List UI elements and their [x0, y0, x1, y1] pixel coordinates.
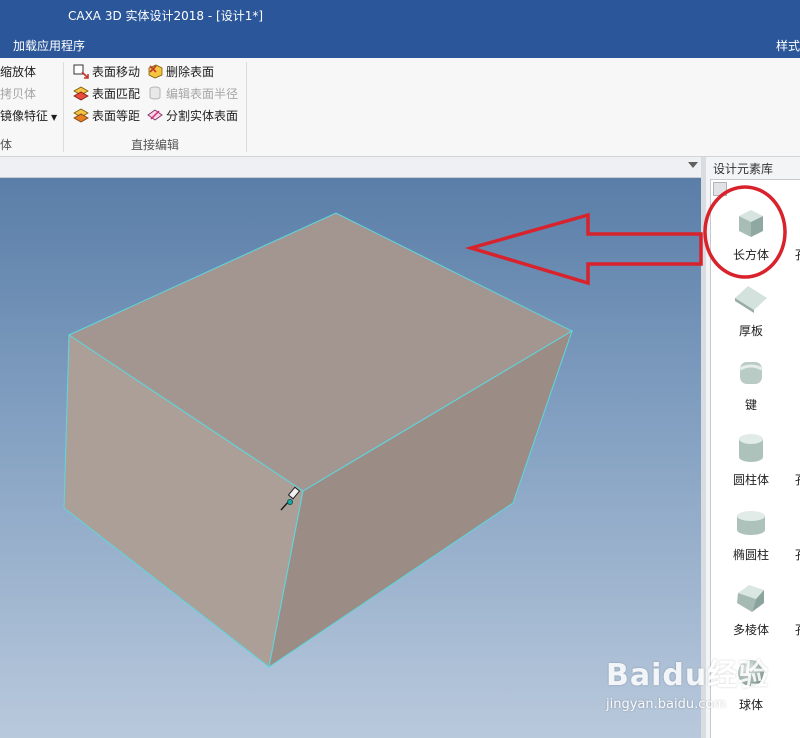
library-item-side-label: 孔: [795, 546, 800, 563]
copy-body-label: 拷贝体: [0, 87, 37, 101]
face-match-icon: [73, 86, 89, 101]
library-item-key[interactable]: 键: [711, 354, 791, 424]
split-solid-face-button[interactable]: 分割实体表面: [147, 106, 238, 126]
face-offset-icon: [73, 108, 89, 123]
delete-face-label: 删除表面: [166, 65, 215, 79]
group-separator: [63, 62, 64, 152]
library-item-elliptic-cylinder[interactable]: 椭圆柱 孔: [711, 504, 800, 574]
face-move-icon: [73, 64, 89, 79]
cuboid-icon: [739, 210, 763, 237]
library-item-side-label: 孔: [795, 621, 800, 638]
title-bar: CAXA 3D 实体设计2018 - [设计1*]: [0, 0, 800, 31]
library-item-cuboid[interactable]: 长方体 孔: [711, 204, 800, 274]
thick-plate-icon: [735, 286, 767, 313]
face-match-label: 表面匹配: [92, 87, 141, 101]
library-item-cylinder[interactable]: 圆柱体 孔: [711, 429, 800, 499]
scale-body-button[interactable]: 缩放体: [0, 62, 36, 82]
ribbon: 缩放体 拷贝体 镜像特征 ▼ 体 表面移动 表面匹配 表面等距 删除表面 编辑表面…: [0, 58, 800, 157]
library-item-polyhedron[interactable]: 多棱体 孔: [711, 579, 800, 649]
library-item-label: 厚板: [738, 324, 763, 338]
face-offset-button[interactable]: 表面等距: [73, 106, 140, 126]
library-item-label: 圆柱体: [732, 473, 769, 487]
polyhedron-icon: [737, 585, 764, 612]
dropdown-arrow-icon[interactable]: [688, 162, 698, 168]
solid-model[interactable]: [0, 178, 701, 738]
watermark-url: jingyan.baidu.com: [606, 697, 726, 712]
face-offset-label: 表面等距: [92, 109, 141, 123]
mirror-feature-button[interactable]: 镜像特征 ▼: [0, 106, 57, 126]
scale-body-label: 缩放体: [0, 65, 37, 79]
delete-face-button[interactable]: 删除表面: [147, 62, 214, 82]
ribbon-tab-bar: 加载应用程序 样式: [0, 31, 800, 58]
tab-load-application[interactable]: 加载应用程序: [13, 37, 85, 54]
library-item-label: 键: [744, 398, 757, 412]
direct-edit-group-label: 直接编辑: [131, 138, 180, 152]
cylinder-icon: [739, 434, 763, 462]
split-solid-face-label: 分割实体表面: [166, 109, 239, 123]
window-title: CAXA 3D 实体设计2018 - [设计1*]: [68, 9, 264, 23]
edit-face-radius-button[interactable]: 编辑表面半径: [147, 84, 238, 104]
body-group-label: 体: [0, 138, 13, 152]
library-item-label: 多棱体: [732, 623, 769, 637]
panel-title: 设计元素库: [713, 162, 774, 176]
document-tab-strip: [0, 157, 706, 178]
face-match-button[interactable]: 表面匹配: [73, 84, 140, 104]
elliptic-cylinder-icon: [737, 511, 765, 535]
edit-face-radius-label: 编辑表面半径: [166, 87, 239, 101]
library-item-label: 长方体: [732, 248, 769, 262]
face-move-button[interactable]: 表面移动: [73, 62, 140, 82]
mirror-feature-label: 镜像特征: [0, 109, 49, 123]
scroll-left-icon[interactable]: [713, 182, 727, 196]
edit-face-radius-icon: [149, 86, 161, 100]
library-item-label: 椭圆柱: [732, 548, 769, 562]
library-nav-bar: [710, 179, 800, 199]
dropdown-arrow-icon: ▼: [51, 113, 58, 122]
tab-style[interactable]: 样式: [776, 37, 800, 54]
library-item-side-label: 孔: [795, 471, 800, 488]
3d-viewport[interactable]: [0, 178, 701, 738]
delete-face-icon: [148, 64, 163, 79]
key-icon: [739, 362, 763, 384]
split-solid-face-icon: [147, 109, 163, 121]
face-move-label: 表面移动: [92, 65, 141, 79]
copy-body-button[interactable]: 拷贝体: [0, 84, 36, 104]
library-item-thick-plate[interactable]: 厚板: [711, 280, 791, 350]
library-item-side-label: 孔: [795, 246, 800, 263]
group-separator: [246, 62, 247, 152]
watermark-brand: Baidu经验: [606, 658, 770, 693]
